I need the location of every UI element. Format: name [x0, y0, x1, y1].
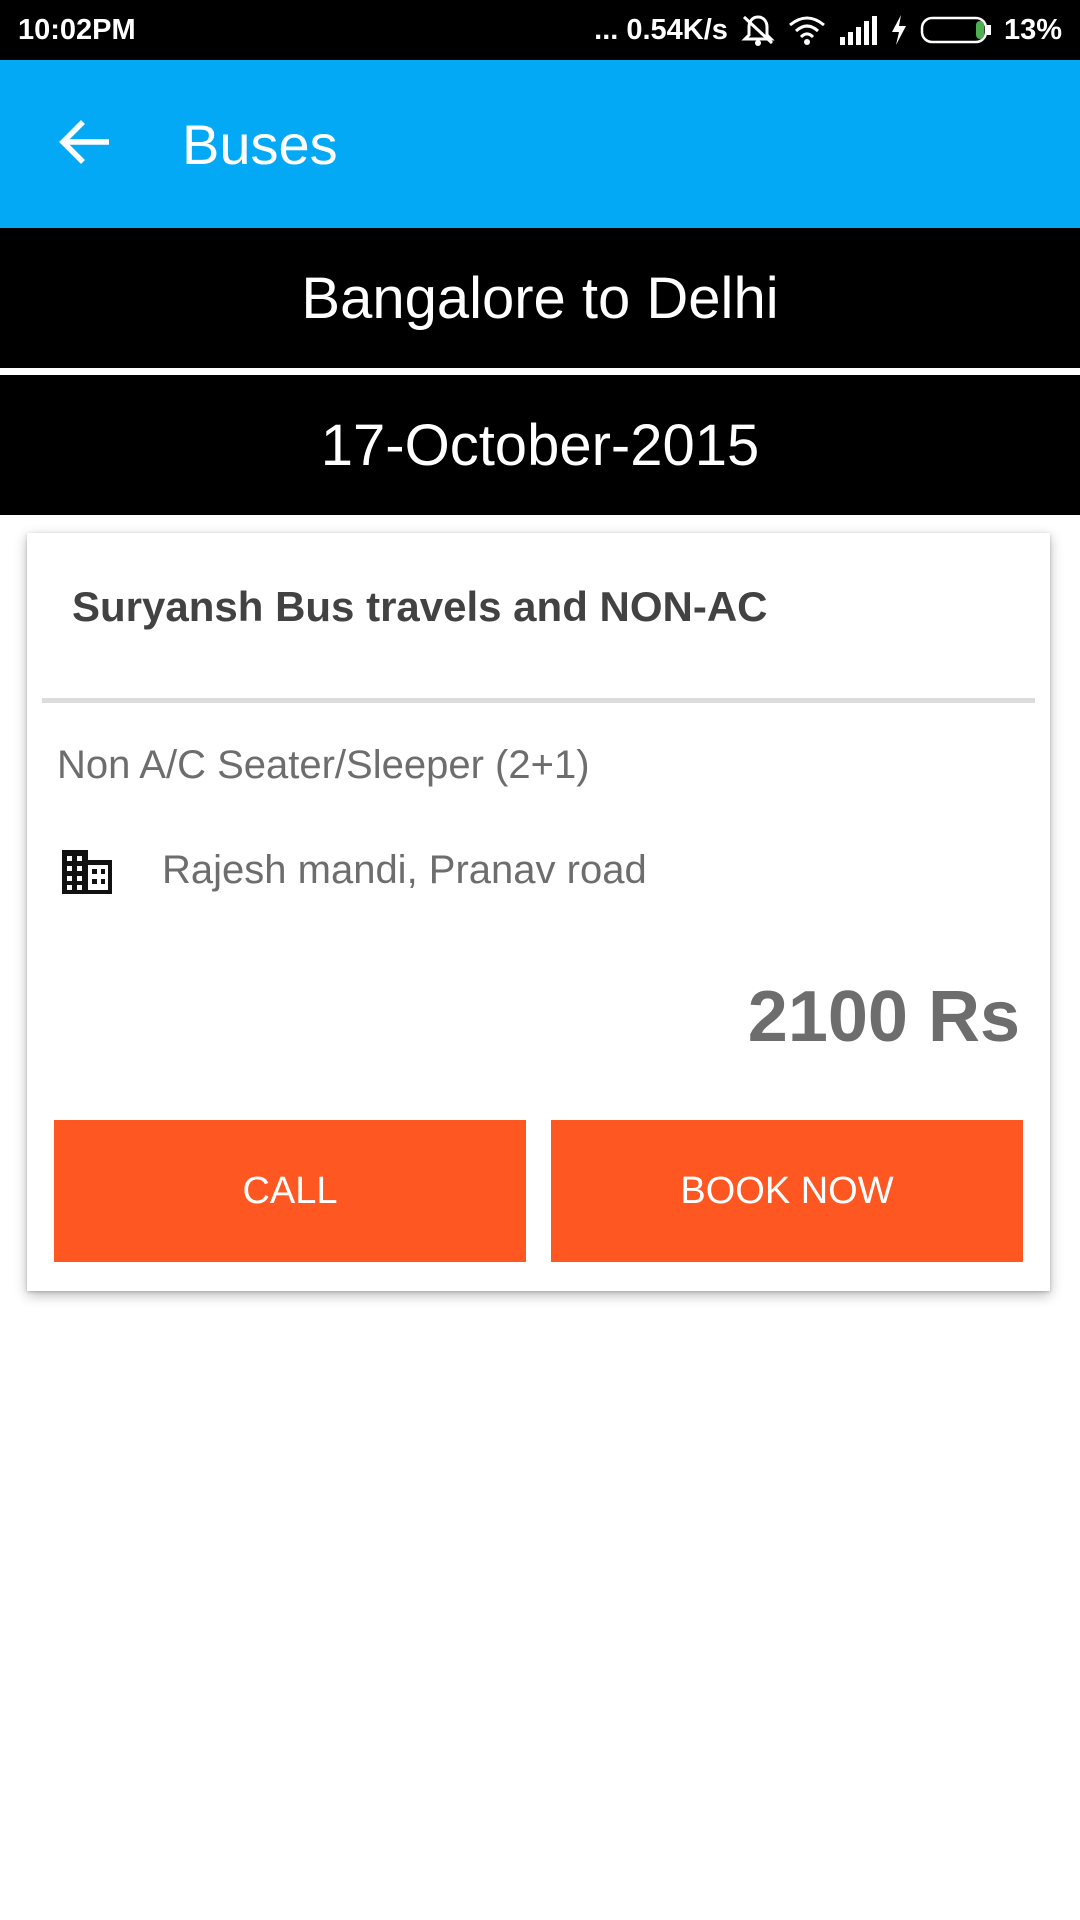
- bus-type: Non A/C Seater/Sleeper (2+1): [57, 743, 590, 787]
- route-banner: Bangalore to Delhi: [0, 228, 1080, 368]
- ticket-price: 2100 Rs: [747, 977, 1020, 1057]
- date-banner: 17-October-2015: [0, 375, 1080, 515]
- bus-card: Suryansh Bus travels and NON-AC Non A/C …: [27, 533, 1050, 1291]
- operator-name: Suryansh Bus travels and NON-AC: [72, 583, 768, 630]
- arrow-back-icon: [59, 119, 111, 170]
- app-bar: Buses: [0, 60, 1080, 228]
- date-label: 17-October-2015: [320, 412, 760, 478]
- battery-percent: 13%: [1003, 13, 1062, 46]
- network-speed: ... 0.54K/s: [594, 13, 728, 46]
- status-bar: 10:02PM ... 0.54K/s 13%: [0, 0, 1080, 60]
- pickup-location: Rajesh mandi, Pranav road: [162, 848, 647, 892]
- status-right-group: ... 0.54K/s 13%: [594, 13, 1062, 47]
- battery-icon: [920, 15, 992, 45]
- call-button[interactable]: CALL: [54, 1120, 526, 1262]
- route-label: Bangalore to Delhi: [301, 265, 779, 331]
- mute-icon: [740, 13, 776, 47]
- wifi-icon: [788, 15, 826, 45]
- back-button[interactable]: [30, 89, 140, 199]
- page-title: Buses: [182, 112, 338, 176]
- charging-icon: [890, 14, 908, 46]
- status-time: 10:02PM: [18, 13, 136, 46]
- book-now-button[interactable]: BOOK NOW: [551, 1120, 1023, 1262]
- signal-icon: [838, 15, 878, 45]
- card-divider: [42, 698, 1035, 703]
- building-icon: [60, 848, 114, 896]
